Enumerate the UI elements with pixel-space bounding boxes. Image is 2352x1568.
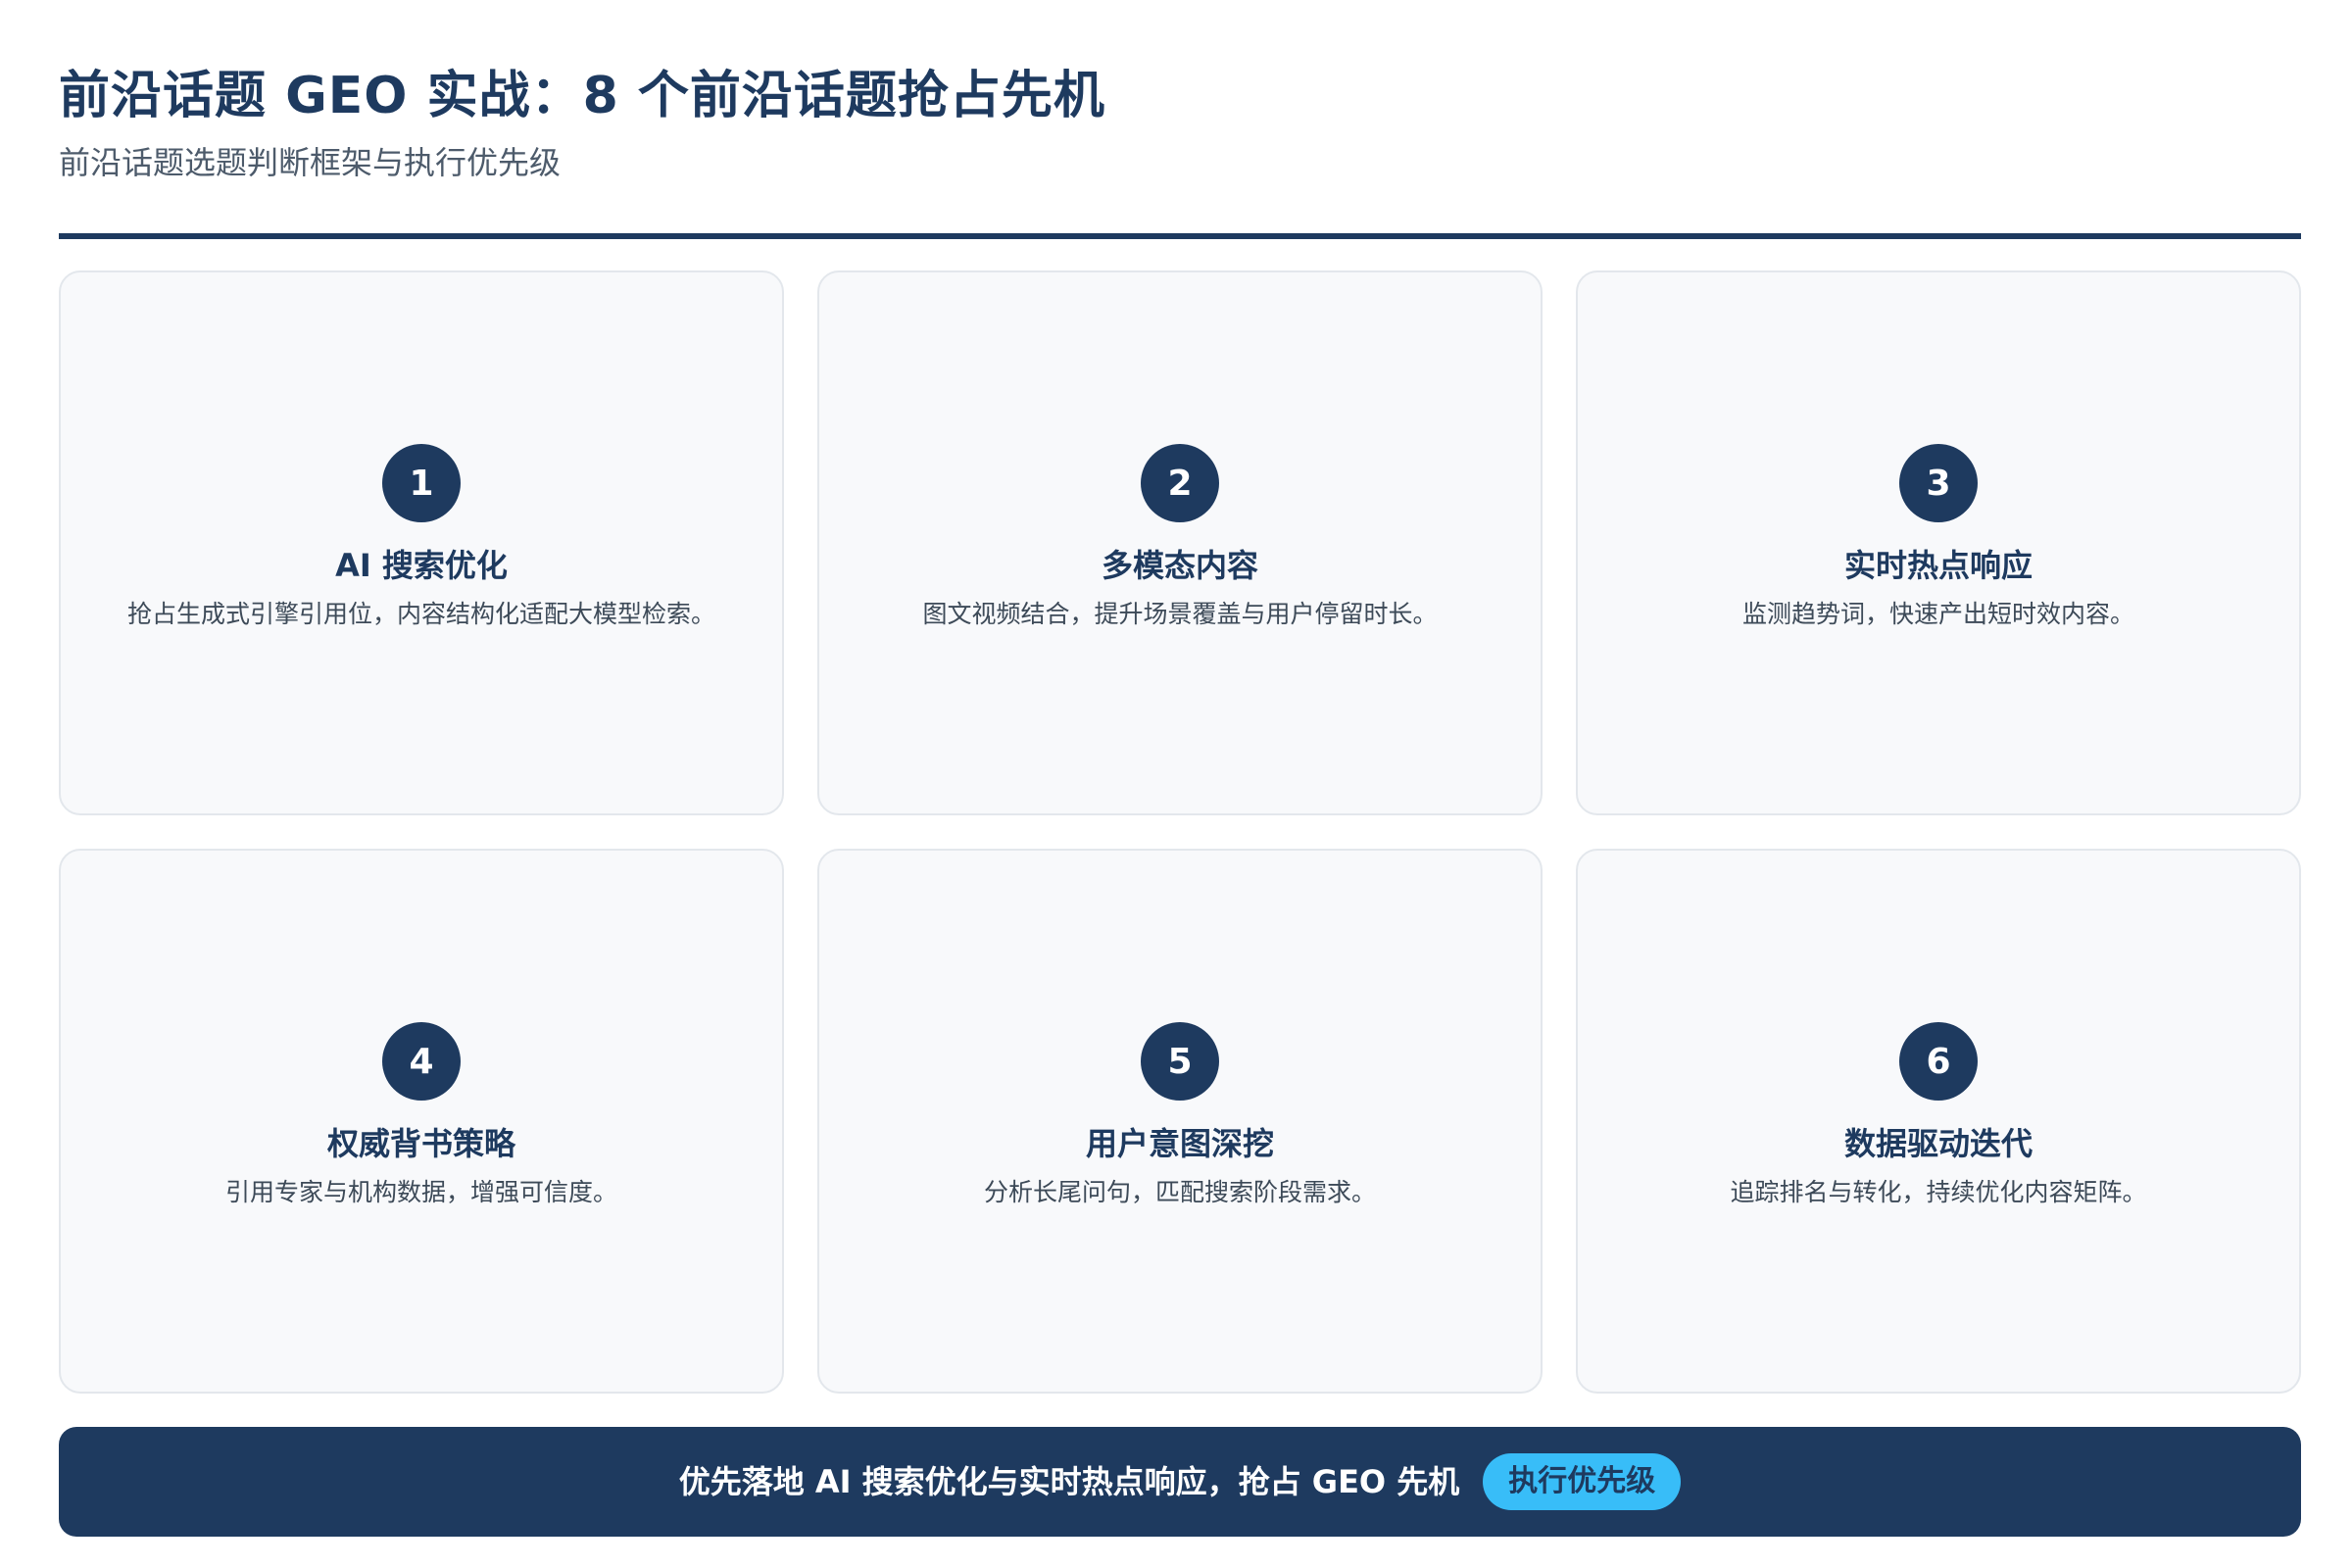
card-description: 引用专家与机构数据，增强可信度。 <box>224 1178 617 1206</box>
number-badge: 2 <box>1141 444 1219 522</box>
header-divider <box>59 233 2301 239</box>
topic-card-1: 1 AI 搜索优化 抢占生成式引擎引用位，内容结构化适配大模型检索。 <box>59 270 784 815</box>
number-badge: 1 <box>382 444 461 522</box>
header: 前沿话题 GEO 实战：8 个前沿话题抢占先机 前沿话题选题判断框架与执行优先级 <box>59 59 2301 233</box>
card-title: 数据驱动迭代 <box>1843 1125 2033 1162</box>
topic-card-3: 3 实时热点响应 监测趋势词，快速产出短时效内容。 <box>1576 270 2301 815</box>
topic-card-6: 6 数据驱动迭代 追踪排名与转化，持续优化内容矩阵。 <box>1576 849 2301 1394</box>
card-description: 追踪排名与转化，持续优化内容矩阵。 <box>1730 1178 2147 1206</box>
priority-pill: 执行优先级 <box>1483 1453 1682 1510</box>
banner-text: 优先落地 AI 搜索优化与实时热点响应，抢占 GEO 先机 <box>678 1463 1460 1500</box>
page-title: 前沿话题 GEO 实战：8 个前沿话题抢占先机 <box>59 67 1105 125</box>
number-badge: 3 <box>1899 444 1978 522</box>
card-title: AI 搜索优化 <box>335 547 508 584</box>
card-title: 多模态内容 <box>1101 547 1258 584</box>
card-description: 监测趋势词，快速产出短时效内容。 <box>1741 600 2134 628</box>
topic-card-4: 4 权威背书策略 引用专家与机构数据，增强可信度。 <box>59 849 784 1394</box>
number-badge: 5 <box>1141 1022 1219 1101</box>
topic-grid: 1 AI 搜索优化 抢占生成式引擎引用位，内容结构化适配大模型检索。 2 多模态… <box>59 270 2301 1394</box>
number-badge: 4 <box>382 1022 461 1101</box>
number-badge: 6 <box>1899 1022 1978 1101</box>
topic-card-2: 2 多模态内容 图文视频结合，提升场景覆盖与用户停留时长。 <box>817 270 1543 815</box>
priority-banner: 优先落地 AI 搜索优化与实时热点响应，抢占 GEO 先机 执行优先级 <box>59 1427 2301 1537</box>
page: 前沿话题 GEO 实战：8 个前沿话题抢占先机 前沿话题选题判断框架与执行优先级… <box>59 59 2301 1539</box>
card-title: 权威背书策略 <box>326 1125 515 1162</box>
card-description: 分析长尾问句，匹配搜索阶段需求。 <box>983 1178 1376 1206</box>
card-description: 抢占生成式引擎引用位，内容结构化适配大模型检索。 <box>126 600 715 628</box>
card-title: 用户意图深挖 <box>1085 1125 1274 1162</box>
topic-card-5: 5 用户意图深挖 分析长尾问句，匹配搜索阶段需求。 <box>817 849 1543 1394</box>
card-title: 实时热点响应 <box>1843 547 2033 584</box>
card-description: 图文视频结合，提升场景覆盖与用户停留时长。 <box>922 600 1438 628</box>
page-subtitle: 前沿话题选题判断框架与执行优先级 <box>59 144 562 181</box>
